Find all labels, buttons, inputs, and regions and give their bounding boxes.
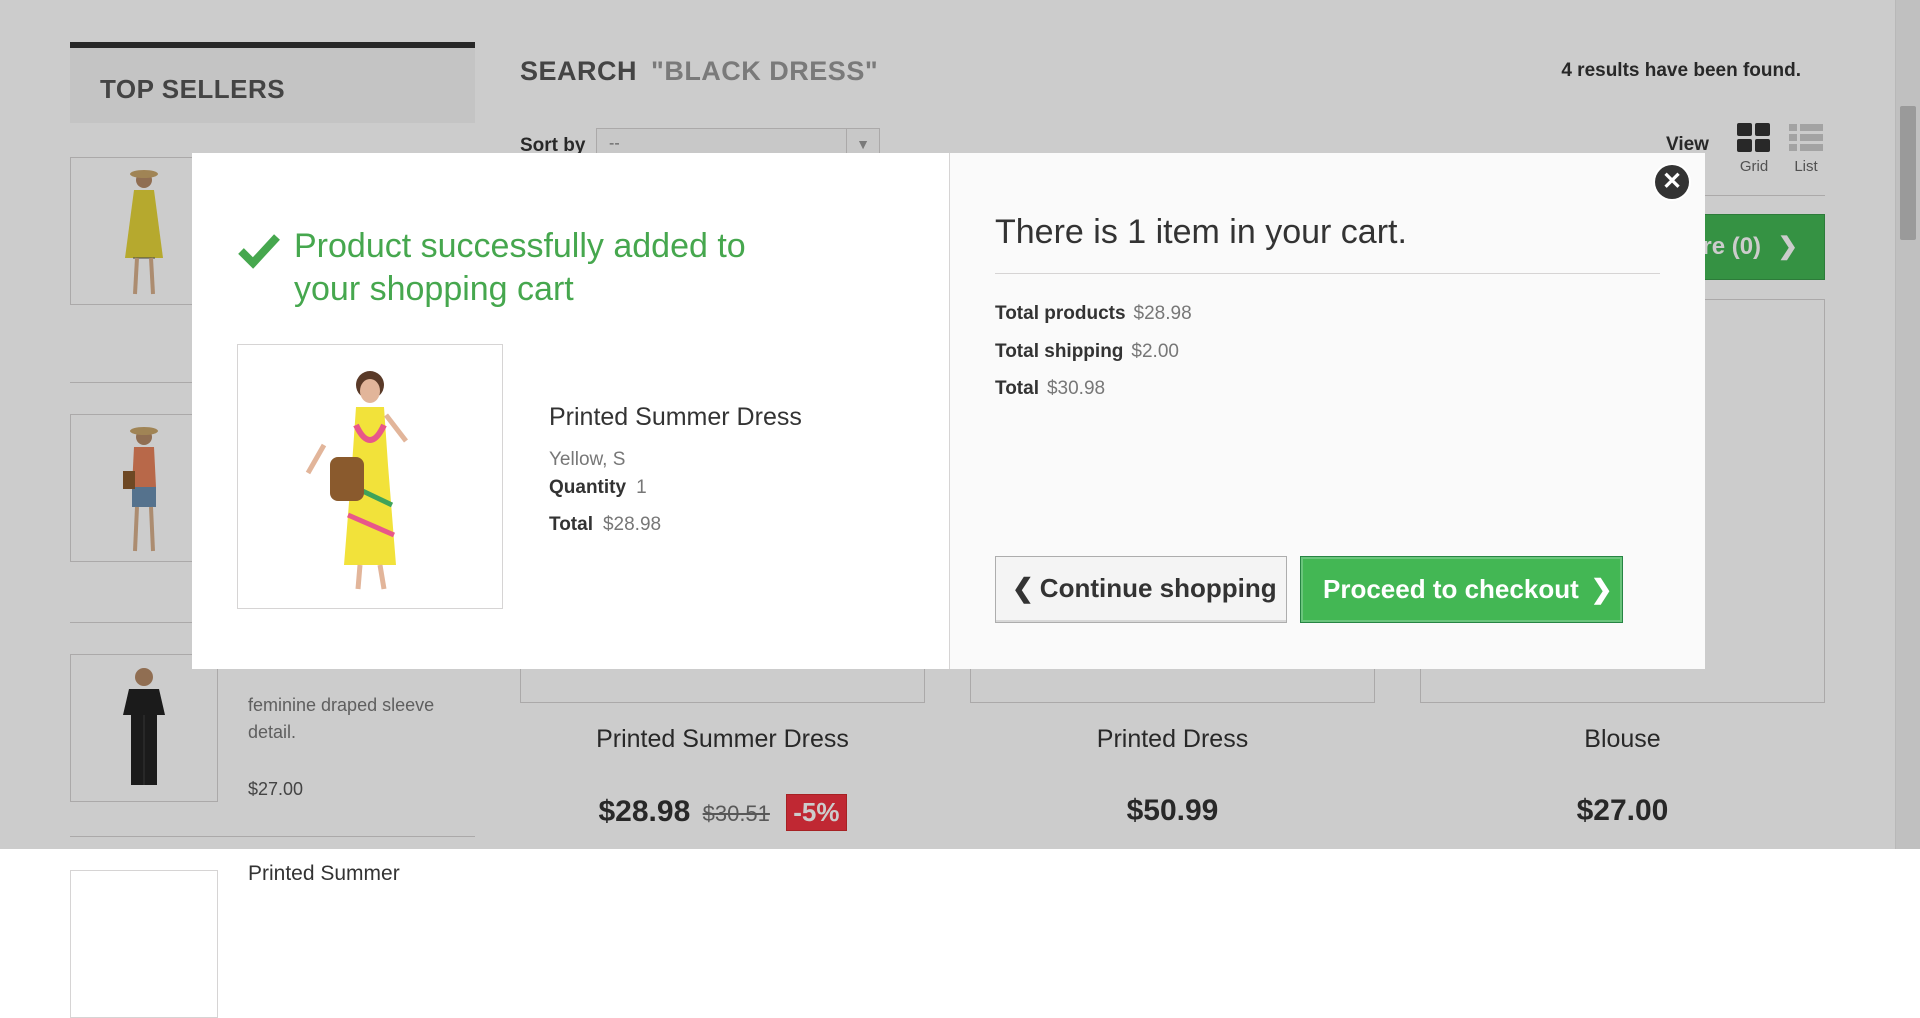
product-image (237, 344, 503, 609)
success-message: Product successfully added to your shopp… (294, 227, 746, 308)
cart-summary-title: There is 1 item in your cart. (995, 213, 1407, 251)
product-total-value: $28.98 (602, 514, 662, 535)
product-name[interactable]: Printed Summer (248, 862, 400, 886)
product-attributes: Yellow, S (549, 449, 626, 470)
product-total-row: Total $28.98 (549, 514, 661, 536)
total-shipping-row: Total shipping $2.00 (995, 341, 1179, 363)
product-name: Printed Summer Dress (549, 403, 802, 431)
quantity-row: Quantity 1 (549, 477, 647, 499)
proceed-to-checkout-button[interactable]: Proceed to checkout ❯ (1300, 556, 1623, 623)
modal-cart-panel: There is 1 item in your cart. Total prod… (949, 153, 1705, 669)
divider (995, 273, 1660, 274)
continue-shopping-button[interactable]: ❮ Continue shopping (995, 556, 1287, 623)
quantity-value: 1 (636, 477, 647, 498)
total-products-value: $28.98 (1133, 303, 1192, 324)
close-icon[interactable]: ✕ (1655, 165, 1689, 199)
product-thumbnail[interactable] (70, 870, 218, 1018)
total-shipping-label: Total shipping (995, 341, 1124, 362)
cart-total-row: Total $30.98 (995, 378, 1105, 400)
product-total-label: Total (549, 514, 593, 535)
total-shipping-value: $2.00 (1131, 341, 1179, 362)
add-to-cart-modal: Product successfully added to your shopp… (192, 153, 1705, 669)
modal-product-panel: Product successfully added to your shopp… (192, 153, 948, 669)
checkmark-icon (238, 234, 280, 269)
cart-total-label: Total (995, 378, 1039, 399)
cart-total-value: $30.98 (1046, 378, 1106, 399)
proceed-to-checkout-label: Proceed to checkout (1323, 574, 1579, 604)
total-products-label: Total products (995, 303, 1126, 324)
total-products-row: Total products $28.98 (995, 303, 1192, 325)
chevron-left-icon: ❮ (1012, 573, 1034, 603)
chevron-right-icon: ❯ (1590, 574, 1613, 604)
quantity-label: Quantity (549, 477, 627, 498)
continue-shopping-label: Continue shopping (1039, 573, 1277, 603)
